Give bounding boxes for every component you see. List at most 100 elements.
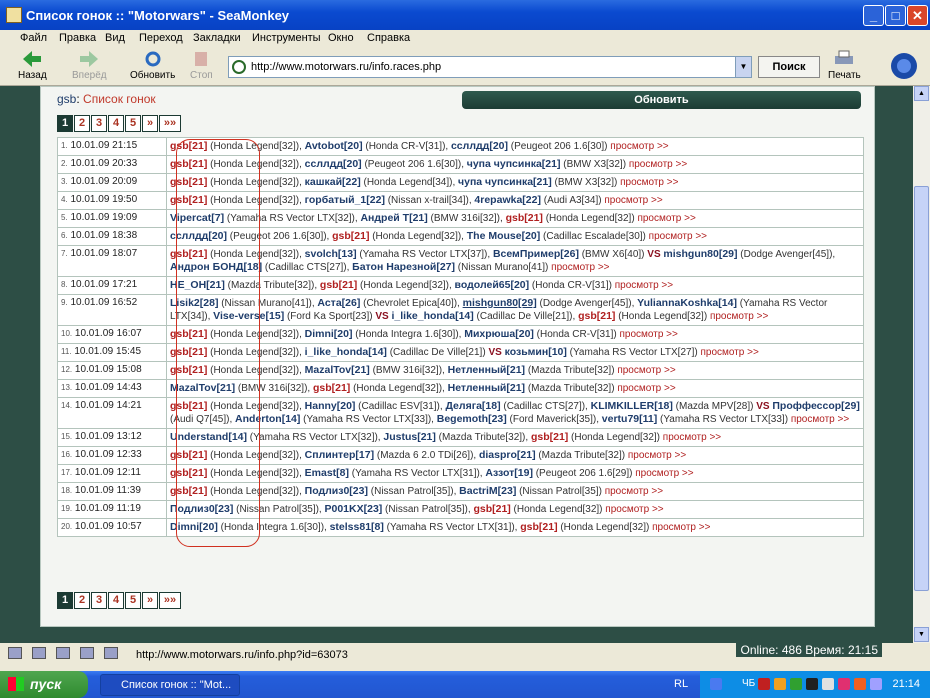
view-race-link[interactable]: просмотр >>	[628, 450, 686, 461]
view-race-link[interactable]: просмотр >>	[637, 213, 695, 224]
player-link[interactable]: gsb[21]	[170, 194, 207, 206]
player-link[interactable]: Avtobot[20]	[305, 140, 363, 152]
heading-user[interactable]: gsb	[57, 92, 76, 106]
player-link[interactable]: Аста[26]	[317, 297, 360, 309]
page-2-link[interactable]: 2	[74, 592, 90, 609]
player-link[interactable]: горбатый_1[22]	[305, 194, 385, 206]
minimize-button[interactable]: _	[863, 5, 884, 26]
player-link[interactable]: кашкай[22]	[305, 176, 361, 188]
player-link[interactable]: gsb[21]	[313, 382, 350, 394]
player-link[interactable]: козьмин[10]	[505, 346, 567, 358]
start-button[interactable]: пуск	[0, 671, 88, 698]
view-race-link[interactable]: просмотр >>	[604, 195, 662, 206]
url-field[interactable]: http://www.motorwars.ru/info.races.php ▼	[228, 56, 752, 78]
player-link[interactable]: Emast[8]	[305, 467, 349, 479]
player-link[interactable]: stelss81[8]	[330, 521, 384, 533]
maximize-button[interactable]: □	[885, 5, 906, 26]
player-link[interactable]: vertu79[11]	[602, 413, 657, 425]
player-link[interactable]: gsb[21]	[170, 346, 207, 358]
player-link[interactable]: Деляга[18]	[445, 400, 500, 412]
last-page-link[interactable]: »»	[159, 592, 181, 609]
player-link[interactable]: Anderton[14]	[235, 413, 300, 425]
player-link[interactable]: YuliannaKoshka[14]	[637, 297, 737, 309]
player-link[interactable]: ссллдд[20]	[305, 158, 362, 170]
page-5-link[interactable]: 5	[125, 592, 141, 609]
composer-icon[interactable]	[32, 647, 46, 659]
close-button[interactable]: ✕	[907, 5, 928, 26]
view-race-link[interactable]: просмотр >>	[629, 159, 687, 170]
player-link[interactable]: i_like_honda[14]	[305, 346, 387, 358]
player-link[interactable]: Hanny[20]	[305, 400, 356, 412]
player-link[interactable]: чупа чупсинка[21]	[458, 176, 552, 188]
player-link[interactable]: ссллдд[20]	[451, 140, 508, 152]
view-race-link[interactable]: просмотр >>	[617, 365, 675, 376]
player-link[interactable]: Подлиз0[23]	[170, 503, 233, 515]
back-button[interactable]: Назад	[18, 50, 47, 81]
view-race-link[interactable]: просмотр >>	[652, 522, 710, 533]
player-link[interactable]: mishgun80[29]	[463, 297, 537, 309]
player-link[interactable]: Justus[21]	[383, 431, 436, 443]
view-race-link[interactable]: просмотр >>	[615, 280, 673, 291]
player-link[interactable]: gsb[21]	[506, 212, 543, 224]
addressbook-icon[interactable]	[80, 647, 94, 659]
page-3-link[interactable]: 3	[91, 592, 107, 609]
print-button[interactable]: Печать	[828, 50, 861, 81]
view-race-link[interactable]: просмотр >>	[617, 383, 675, 394]
player-link[interactable]: gsb[21]	[170, 449, 207, 461]
page-2-link[interactable]: 2	[74, 115, 90, 132]
player-link[interactable]: чупа чупсинка[21]	[467, 158, 561, 170]
player-link[interactable]: MazalTov[21]	[170, 382, 235, 394]
view-race-link[interactable]: просмотр >>	[620, 177, 678, 188]
player-link[interactable]: gsb[21]	[578, 310, 615, 322]
player-link[interactable]: Сплинтер[17]	[305, 449, 374, 461]
view-race-link[interactable]: просмотр >>	[700, 347, 758, 358]
player-link[interactable]: gsb[21]	[170, 158, 207, 170]
player-link[interactable]: gsb[21]	[170, 467, 207, 479]
tray-icon-4[interactable]	[790, 678, 802, 690]
view-race-link[interactable]: просмотр >>	[791, 414, 849, 425]
page-5-link[interactable]: 5	[125, 115, 141, 132]
player-link[interactable]: gsb[21]	[473, 503, 510, 515]
page-4-link[interactable]: 4	[108, 592, 124, 609]
player-link[interactable]: svolch[13]	[305, 248, 357, 260]
menu-view[interactable]: Вид	[105, 32, 125, 44]
player-link[interactable]: водолей65[20]	[455, 279, 530, 291]
page-3-link[interactable]: 3	[91, 115, 107, 132]
view-race-link[interactable]: просмотр >>	[649, 231, 707, 242]
view-race-link[interactable]: просмотр >>	[663, 432, 721, 443]
menu-tools[interactable]: Инструменты	[252, 32, 321, 44]
scroll-up-icon[interactable]: ▲	[914, 86, 929, 101]
tray-icon-6[interactable]	[822, 678, 834, 690]
tray-icon-1[interactable]	[710, 678, 722, 690]
player-link[interactable]: Begemoth[23]	[437, 413, 507, 425]
search-button[interactable]: Поиск	[758, 56, 820, 78]
taskbar-item-browser[interactable]: Список гонок :: "Mot...	[100, 674, 240, 696]
player-link[interactable]: Подлиз0[23]	[305, 485, 368, 497]
player-link[interactable]: Dimni[20]	[170, 521, 218, 533]
tray-icon-9[interactable]	[870, 678, 882, 690]
player-link[interactable]: gsb[21]	[170, 364, 207, 376]
player-link[interactable]: Андрон БОНД[18]	[170, 261, 262, 273]
player-link[interactable]: Нетленный[21]	[448, 382, 525, 394]
player-link[interactable]: Аззот[19]	[485, 467, 533, 479]
player-link[interactable]: diaspro[21]	[479, 449, 536, 461]
page-1-link[interactable]: 1	[57, 115, 73, 132]
player-link[interactable]: Проффессор[29]	[772, 400, 860, 412]
player-link[interactable]: ВсемПример[26]	[493, 248, 579, 260]
player-link[interactable]: gsb[21]	[332, 230, 369, 242]
tray-icon-3[interactable]	[774, 678, 786, 690]
url-dropdown-icon[interactable]: ▼	[735, 57, 751, 77]
view-race-link[interactable]: просмотр >>	[605, 486, 663, 497]
language-indicator[interactable]: RL	[674, 678, 688, 690]
menu-bookmarks[interactable]: Закладки	[193, 32, 241, 44]
view-race-link[interactable]: просмотр >>	[620, 329, 678, 340]
stop-button[interactable]: Стоп	[190, 50, 213, 81]
player-link[interactable]: Understand[14]	[170, 431, 247, 443]
player-link[interactable]: i_like_honda[14]	[391, 310, 473, 322]
tray-icon-7[interactable]	[838, 678, 850, 690]
last-page-link[interactable]: »»	[159, 115, 181, 132]
menu-window[interactable]: Окно	[328, 32, 354, 44]
player-link[interactable]: gsb[21]	[170, 140, 207, 152]
player-link[interactable]: Dimni[20]	[305, 328, 353, 340]
player-link[interactable]: gsb[21]	[520, 521, 557, 533]
